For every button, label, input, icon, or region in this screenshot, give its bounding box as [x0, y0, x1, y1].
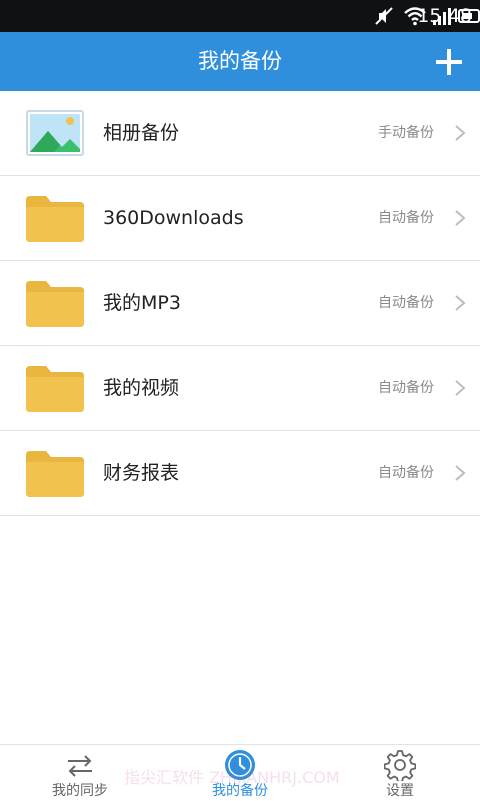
- list-item-status: 自动备份: [378, 431, 434, 515]
- status-time: 15:48: [417, 4, 472, 28]
- plus-icon: [432, 45, 466, 79]
- folder-icon: [26, 279, 84, 327]
- list-item-folder[interactable]: 我的MP3 自动备份: [0, 261, 480, 346]
- chevron-right-icon: [454, 209, 466, 227]
- list-item-status: 自动备份: [378, 261, 434, 345]
- nav-item-settings[interactable]: 设置: [320, 745, 480, 801]
- list-item-folder[interactable]: 我的视频 自动备份: [0, 346, 480, 431]
- status-bar: 15:48: [0, 0, 480, 32]
- app-bar: 我的备份: [0, 32, 480, 91]
- list-item-name: 我的MP3: [103, 261, 181, 345]
- chevron-right-icon: [454, 379, 466, 397]
- list-item-folder[interactable]: 财务报表 自动备份: [0, 431, 480, 516]
- list-item-status: 自动备份: [378, 346, 434, 430]
- list-item-folder[interactable]: 360Downloads 自动备份: [0, 176, 480, 261]
- nav-label: 设置: [320, 780, 480, 800]
- sync-icon: [64, 749, 96, 781]
- gear-icon: [384, 749, 416, 781]
- nav-label: 我的同步: [0, 780, 160, 800]
- list-item-name: 财务报表: [103, 431, 179, 515]
- list-item-photo-album[interactable]: 相册备份 手动备份: [0, 91, 480, 176]
- mute-icon: [374, 6, 394, 26]
- chevron-right-icon: [454, 464, 466, 482]
- list-item-name: 我的视频: [103, 346, 179, 430]
- chevron-right-icon: [454, 124, 466, 142]
- photo-album-icon: [26, 109, 84, 157]
- chevron-right-icon: [454, 294, 466, 312]
- list-item-name: 相册备份: [103, 91, 179, 175]
- backup-list: 相册备份 手动备份 360Downloads 自动备份 我的MP3 自动备份: [0, 91, 480, 516]
- bottom-nav: 我的同步 我的备份 设置: [0, 744, 480, 801]
- folder-icon: [26, 449, 84, 497]
- list-item-name: 360Downloads: [103, 176, 244, 260]
- list-item-status: 手动备份: [378, 91, 434, 175]
- folder-icon: [26, 364, 84, 412]
- folder-icon: [26, 194, 84, 242]
- list-item-status: 自动备份: [378, 176, 434, 260]
- page-title: 我的备份: [0, 32, 480, 91]
- add-button[interactable]: [432, 45, 466, 79]
- nav-label: 我的备份: [160, 780, 320, 800]
- nav-item-sync[interactable]: 我的同步: [0, 745, 160, 801]
- backup-clock-icon: [224, 749, 256, 781]
- nav-item-backup[interactable]: 我的备份: [160, 745, 320, 801]
